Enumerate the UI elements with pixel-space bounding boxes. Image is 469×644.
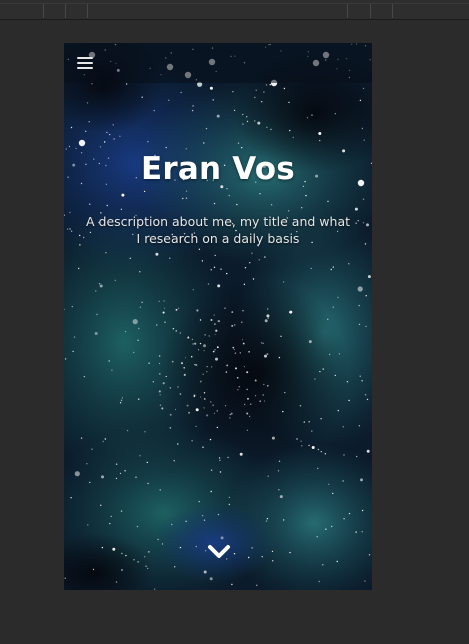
chevron-down-icon[interactable]	[207, 543, 231, 561]
editor-toolbar	[0, 0, 469, 20]
hero-title: Eran Vos	[141, 151, 295, 187]
toolbar-divider	[370, 4, 371, 18]
top-navbar	[64, 43, 372, 83]
toolbar-divider	[347, 4, 348, 18]
toolbar-divider	[392, 4, 393, 18]
toolbar-divider	[87, 4, 88, 18]
toolbar-divider	[43, 4, 44, 18]
mobile-preview: Eran Vos A description about me, my titl…	[64, 43, 372, 590]
toolbar-top-border	[0, 3, 469, 4]
hero-description: A description about me, my title and wha…	[86, 214, 351, 246]
hamburger-menu-icon[interactable]	[77, 57, 93, 69]
toolbar-divider	[65, 4, 66, 18]
galaxy-background	[64, 43, 372, 590]
